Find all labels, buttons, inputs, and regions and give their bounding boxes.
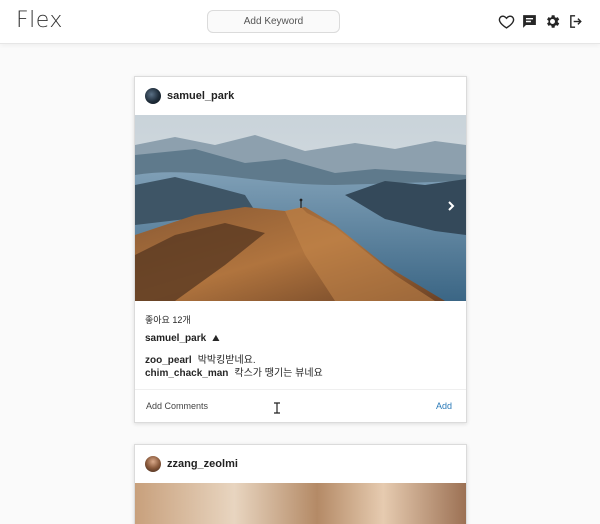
like-count[interactable]: 좋아요 12개 [145,313,191,326]
post-photo[interactable] [135,115,466,301]
comment-input[interactable] [146,401,436,411]
post-header: zzang_zeolmi [135,445,466,483]
top-nav-bar: Flex [0,0,600,44]
comment-text: 칵스가 땡기는 뷰네요 [234,368,323,379]
chevron-right-icon [448,201,455,211]
avatar[interactable] [145,88,161,104]
mountain-lake-image [135,115,466,301]
avatar[interactable] [145,456,161,472]
caption-text: ⛰ [212,333,220,344]
comment-item: zoo_pearl 박박킹받네요. [145,354,323,367]
post-header: samuel_park [135,77,466,115]
comment-text: 박박킹받네요. [197,355,256,366]
post-username[interactable]: samuel_park [167,90,234,102]
message-icon[interactable] [520,12,538,30]
logout-icon[interactable] [567,12,585,30]
post-photo[interactable] [135,483,466,524]
next-image-button[interactable] [446,201,460,215]
comment-username[interactable]: zoo_pearl [145,354,192,367]
app-logo[interactable]: Flex [16,8,63,33]
gear-icon[interactable] [543,12,561,30]
comment-form: Add [135,389,466,422]
comment-username[interactable]: chim_chack_man [145,367,228,380]
text-cursor-icon [274,402,280,414]
comment-list: zoo_pearl 박박킹받네요. chim_chack_man 칵스가 땡기는… [145,354,323,380]
post-caption: samuel_park ⛰ [145,333,220,344]
caption-username[interactable]: samuel_park [145,333,206,344]
heart-icon[interactable] [497,12,515,30]
add-comment-button[interactable]: Add [436,401,452,411]
post-card: samuel_park 좋아요 12개 samuel_park ⛰ zoo_pe… [134,76,467,423]
post-card: zzang_zeolmi [134,444,467,524]
search-input[interactable] [207,10,340,33]
post-username[interactable]: zzang_zeolmi [167,458,238,470]
comment-item: chim_chack_man 칵스가 땡기는 뷰네요 [145,367,323,380]
